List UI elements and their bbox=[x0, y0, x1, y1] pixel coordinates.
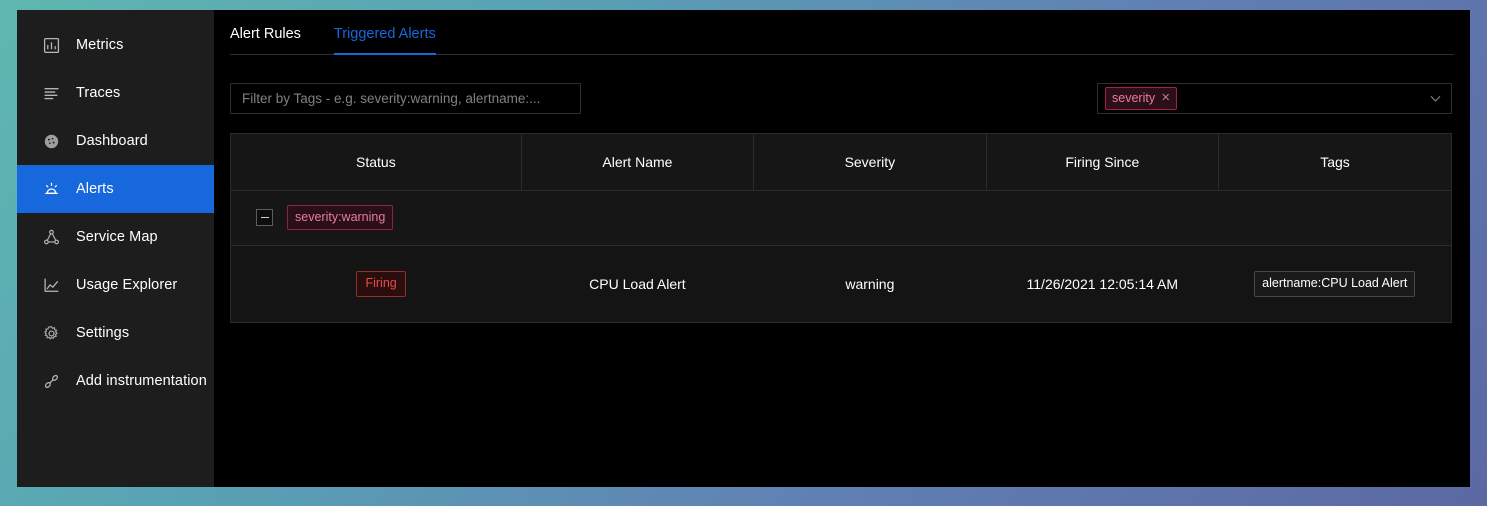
group-label-chip: severity:warning bbox=[287, 204, 394, 231]
alerts-table: Status Alert Name Severity Firing Since … bbox=[231, 134, 1451, 322]
app-window: Metrics Traces Dashboard Alerts Service … bbox=[17, 10, 1470, 487]
alarm-bell-icon bbox=[43, 181, 60, 198]
alerts-tabs: Alert Rules Triggered Alerts bbox=[230, 10, 1454, 55]
sidebar-item-label: Dashboard bbox=[76, 132, 148, 149]
column-header-status[interactable]: Status bbox=[231, 134, 522, 191]
sidebar-item-metrics[interactable]: Metrics bbox=[17, 21, 214, 69]
node-graph-icon bbox=[43, 229, 60, 246]
table-row[interactable]: Firing CPU Load Alert warning 11/26/2021… bbox=[231, 245, 1451, 322]
cell-severity: warning bbox=[753, 245, 987, 322]
group-row-cell: severity:warning bbox=[231, 190, 1451, 246]
filter-bar: severity ✕ bbox=[230, 83, 1452, 114]
cell-tags: alertname:CPU Load Alert bbox=[1218, 245, 1451, 322]
table-header-row: Status Alert Name Severity Firing Since … bbox=[231, 134, 1451, 191]
sidebar-item-traces[interactable]: Traces bbox=[17, 69, 214, 117]
sidebar-item-label: Metrics bbox=[76, 36, 124, 53]
selected-chip-severity[interactable]: severity ✕ bbox=[1105, 86, 1178, 111]
gauge-icon bbox=[43, 133, 60, 150]
line-chart-icon bbox=[43, 277, 60, 294]
chip-label: severity bbox=[1112, 90, 1156, 105]
sidebar-item-usage-explorer[interactable]: Usage Explorer bbox=[17, 261, 214, 309]
chevron-down-icon[interactable] bbox=[1429, 92, 1442, 105]
collapse-minus-icon[interactable] bbox=[256, 209, 273, 226]
sidebar-item-label: Add instrumentation bbox=[76, 372, 207, 389]
sidebar-item-label: Traces bbox=[76, 84, 121, 101]
bar-chart-icon bbox=[43, 37, 60, 54]
main-content: Alert Rules Triggered Alerts severity ✕ bbox=[214, 10, 1470, 487]
list-lines-icon bbox=[43, 85, 60, 102]
sidebar-item-label: Usage Explorer bbox=[76, 276, 178, 293]
connector-link-icon bbox=[43, 373, 60, 390]
cell-firing-since: 11/26/2021 12:05:14 AM bbox=[986, 245, 1219, 322]
column-header-severity[interactable]: Severity bbox=[753, 134, 987, 191]
sidebar: Metrics Traces Dashboard Alerts Service … bbox=[17, 10, 214, 487]
cell-alert-name: CPU Load Alert bbox=[521, 245, 754, 322]
column-header-alert-name[interactable]: Alert Name bbox=[521, 134, 755, 191]
sidebar-item-label: Alerts bbox=[76, 180, 114, 197]
group-by-select[interactable]: severity ✕ bbox=[1097, 83, 1452, 114]
sidebar-item-alerts[interactable]: Alerts bbox=[17, 165, 214, 213]
table-group-row: severity:warning bbox=[231, 190, 1451, 246]
column-header-tags[interactable]: Tags bbox=[1218, 134, 1451, 191]
status-badge: Firing bbox=[356, 271, 406, 297]
sidebar-item-add-instrumentation[interactable]: Add instrumentation bbox=[17, 357, 214, 405]
sidebar-item-settings[interactable]: Settings bbox=[17, 309, 214, 357]
minus-bar bbox=[260, 217, 269, 218]
cell-status: Firing bbox=[231, 245, 522, 322]
tag-filter-input[interactable] bbox=[230, 83, 581, 114]
gear-icon bbox=[43, 325, 60, 342]
tag-chip: alertname:CPU Load Alert bbox=[1254, 271, 1416, 297]
sidebar-item-service-map[interactable]: Service Map bbox=[17, 213, 214, 261]
sidebar-item-dashboard[interactable]: Dashboard bbox=[17, 117, 214, 165]
tab-triggered-alerts[interactable]: Triggered Alerts bbox=[333, 26, 436, 55]
close-x-icon[interactable]: ✕ bbox=[1161, 92, 1170, 104]
triggered-alerts-table: Status Alert Name Severity Firing Since … bbox=[230, 133, 1452, 323]
tab-alert-rules[interactable]: Alert Rules bbox=[230, 26, 301, 55]
table-body: severity:warning Firing CPU Load Alert w… bbox=[231, 190, 1451, 322]
table-header: Status Alert Name Severity Firing Since … bbox=[231, 134, 1451, 191]
column-header-firing-since[interactable]: Firing Since bbox=[986, 134, 1220, 191]
sidebar-item-label: Settings bbox=[76, 324, 130, 341]
sidebar-item-label: Service Map bbox=[76, 228, 158, 245]
